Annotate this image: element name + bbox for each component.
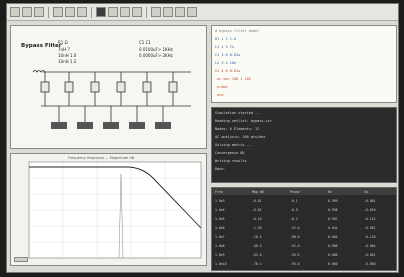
code-line: L1 2 3 7n: [215, 45, 234, 49]
table-row[interactable]: 1.0e7 -18.4 -88.0 0.004 -0.120: [212, 233, 396, 241]
code-line: .end: [215, 93, 224, 97]
copy-icon[interactable]: [65, 7, 75, 17]
paste-icon[interactable]: [77, 7, 87, 17]
table-cell: 0.644: [328, 226, 338, 230]
status-indicator[interactable]: [14, 257, 28, 262]
table-header: Freq Mag dB Phase Re Im: [212, 188, 396, 195]
table-cell: 1.0e4: [215, 208, 225, 212]
schematic-pane[interactable]: Bypass Filter R1 Ω 7nH 7 10nH 1.0 10nH 1…: [10, 25, 207, 149]
table-cell: -62.0: [252, 253, 262, 257]
table-cell: 0.999: [328, 199, 338, 203]
toolbar-separator: [48, 6, 49, 18]
table-row[interactable]: 1.0e5 -0.10 -8.2 0.987 -0.142: [212, 215, 396, 223]
probe-icon[interactable]: [163, 7, 173, 17]
settings-icon[interactable]: [175, 7, 185, 17]
table-cell: -1.20: [252, 226, 262, 230]
grid-icon[interactable]: [151, 7, 161, 17]
table-cell: -70.1: [252, 262, 262, 266]
console-line: AC analysis: 100 pts/dec: [215, 135, 266, 139]
table-cell: -0.016: [364, 208, 376, 212]
table-row[interactable]: 1.0e9 -62.0 -94.5 0.000 -0.001: [212, 251, 396, 259]
table-cell: -0.004: [364, 244, 376, 248]
stop-icon[interactable]: [108, 7, 118, 17]
toolbar-separator: [91, 6, 92, 18]
table-row[interactable]: 1.0e3 -0.01 -0.1 0.999 -0.001: [212, 197, 396, 205]
column-header[interactable]: Mag dB: [252, 190, 264, 194]
console-line: Convergence OK: [215, 151, 245, 155]
table-cell: 1.0e5: [215, 217, 225, 221]
code-line: C2 4 0 0.01u: [215, 69, 241, 73]
code-line: R1 1 2 1.0: [215, 37, 237, 41]
table-cell: -0.01: [252, 199, 262, 203]
code-line: L2 3 4 10n: [215, 61, 237, 65]
table-cell: 0.987: [328, 217, 338, 221]
new-icon[interactable]: [10, 7, 20, 17]
table-cell: -95.0: [290, 262, 300, 266]
results-table[interactable]: Freq Mag dB Phase Re Im 1.0e3 -0.01 -0.1 0.…: [211, 187, 397, 271]
save-icon[interactable]: [34, 7, 44, 17]
table-row[interactable]: 1.0e10 -70.1 -95.0 0.000 -0.000: [212, 260, 396, 268]
table-cell: -0.001: [364, 253, 376, 257]
table-cell: 0.000: [328, 244, 338, 248]
schematic-diagram: [32, 70, 191, 129]
table-cell: -0.000: [364, 262, 376, 266]
table-cell: 0.004: [328, 235, 338, 239]
column-header[interactable]: Im: [364, 190, 368, 194]
table-cell: -42.0: [290, 226, 300, 230]
code-line: C1 3 0 0.01u: [215, 53, 241, 57]
console-line: Reading netlist: bypass.cir: [215, 119, 272, 123]
table-cell: 0.000: [328, 262, 338, 266]
run-icon[interactable]: [96, 7, 106, 17]
column-header[interactable]: Freq: [215, 190, 223, 194]
table-cell: -0.1: [290, 199, 298, 203]
table-cell: 1.0e9: [215, 253, 225, 257]
table-cell: -0.142: [364, 217, 376, 221]
table-cell: -0.9: [290, 208, 298, 212]
toolbar: [7, 4, 398, 21]
table-cell: 1.0e10: [215, 262, 227, 266]
table-row[interactable]: 1.0e6 -1.20 -42.0 0.644 -0.581: [212, 224, 396, 232]
table-cell: 1.0e6: [215, 226, 225, 230]
zoom-in-icon[interactable]: [120, 7, 130, 17]
table-cell: -8.2: [290, 217, 298, 221]
code-line: .probe: [215, 85, 228, 89]
table-cell: -0.001: [364, 199, 376, 203]
console-line: Done.: [215, 167, 226, 171]
console-line: Nodes: 6 Elements: 12: [215, 127, 260, 131]
column-header[interactable]: Phase: [290, 190, 300, 194]
table-cell: -0.581: [364, 226, 376, 230]
console-line: Solving matrix ...: [215, 143, 253, 147]
table-cell: -0.10: [252, 217, 262, 221]
column-header[interactable]: Re: [328, 190, 332, 194]
netlist-editor[interactable]: # bypass filter model R1 1 2 1.0 L1 2 3 …: [211, 25, 397, 103]
table-cell: -92.0: [290, 244, 300, 248]
code-line: # bypass filter model: [215, 29, 260, 33]
magnitude-plot: [28, 161, 202, 259]
help-icon[interactable]: [187, 7, 197, 17]
table-cell: 0.000: [328, 253, 338, 257]
table-cell: -0.02: [252, 208, 262, 212]
screen: Bypass Filter R1 Ω 7nH 7 10nH 1.0 10nH 1…: [6, 3, 399, 273]
table-cell: 1.0e7: [215, 235, 225, 239]
table-cell: 1.0e3: [215, 199, 225, 203]
frequency-plot-pane[interactable]: Frequency Response — Magnitude dB: [10, 153, 207, 266]
table-cell: -94.5: [290, 253, 300, 257]
table-cell: -18.4: [252, 235, 262, 239]
table-cell: -0.120: [364, 235, 376, 239]
code-line: .ac dec 100 1 10G: [215, 77, 251, 81]
console-line: Writing results: [215, 159, 247, 163]
toolbar-separator: [146, 6, 147, 18]
cut-icon[interactable]: [53, 7, 63, 17]
table-cell: 1.0e8: [215, 244, 225, 248]
table-row[interactable]: 1.0e8 -46.9 -92.0 0.000 -0.004: [212, 242, 396, 250]
console-output[interactable]: Simulation started ... Reading netlist: …: [211, 107, 397, 183]
table-cell: -46.9: [252, 244, 262, 248]
open-icon[interactable]: [22, 7, 32, 17]
zoom-out-icon[interactable]: [132, 7, 142, 17]
table-cell: 0.998: [328, 208, 338, 212]
table-cell: -88.0: [290, 235, 300, 239]
table-row[interactable]: 1.0e4 -0.02 -0.9 0.998 -0.016: [212, 206, 396, 214]
console-line: Simulation started ...: [215, 111, 262, 115]
